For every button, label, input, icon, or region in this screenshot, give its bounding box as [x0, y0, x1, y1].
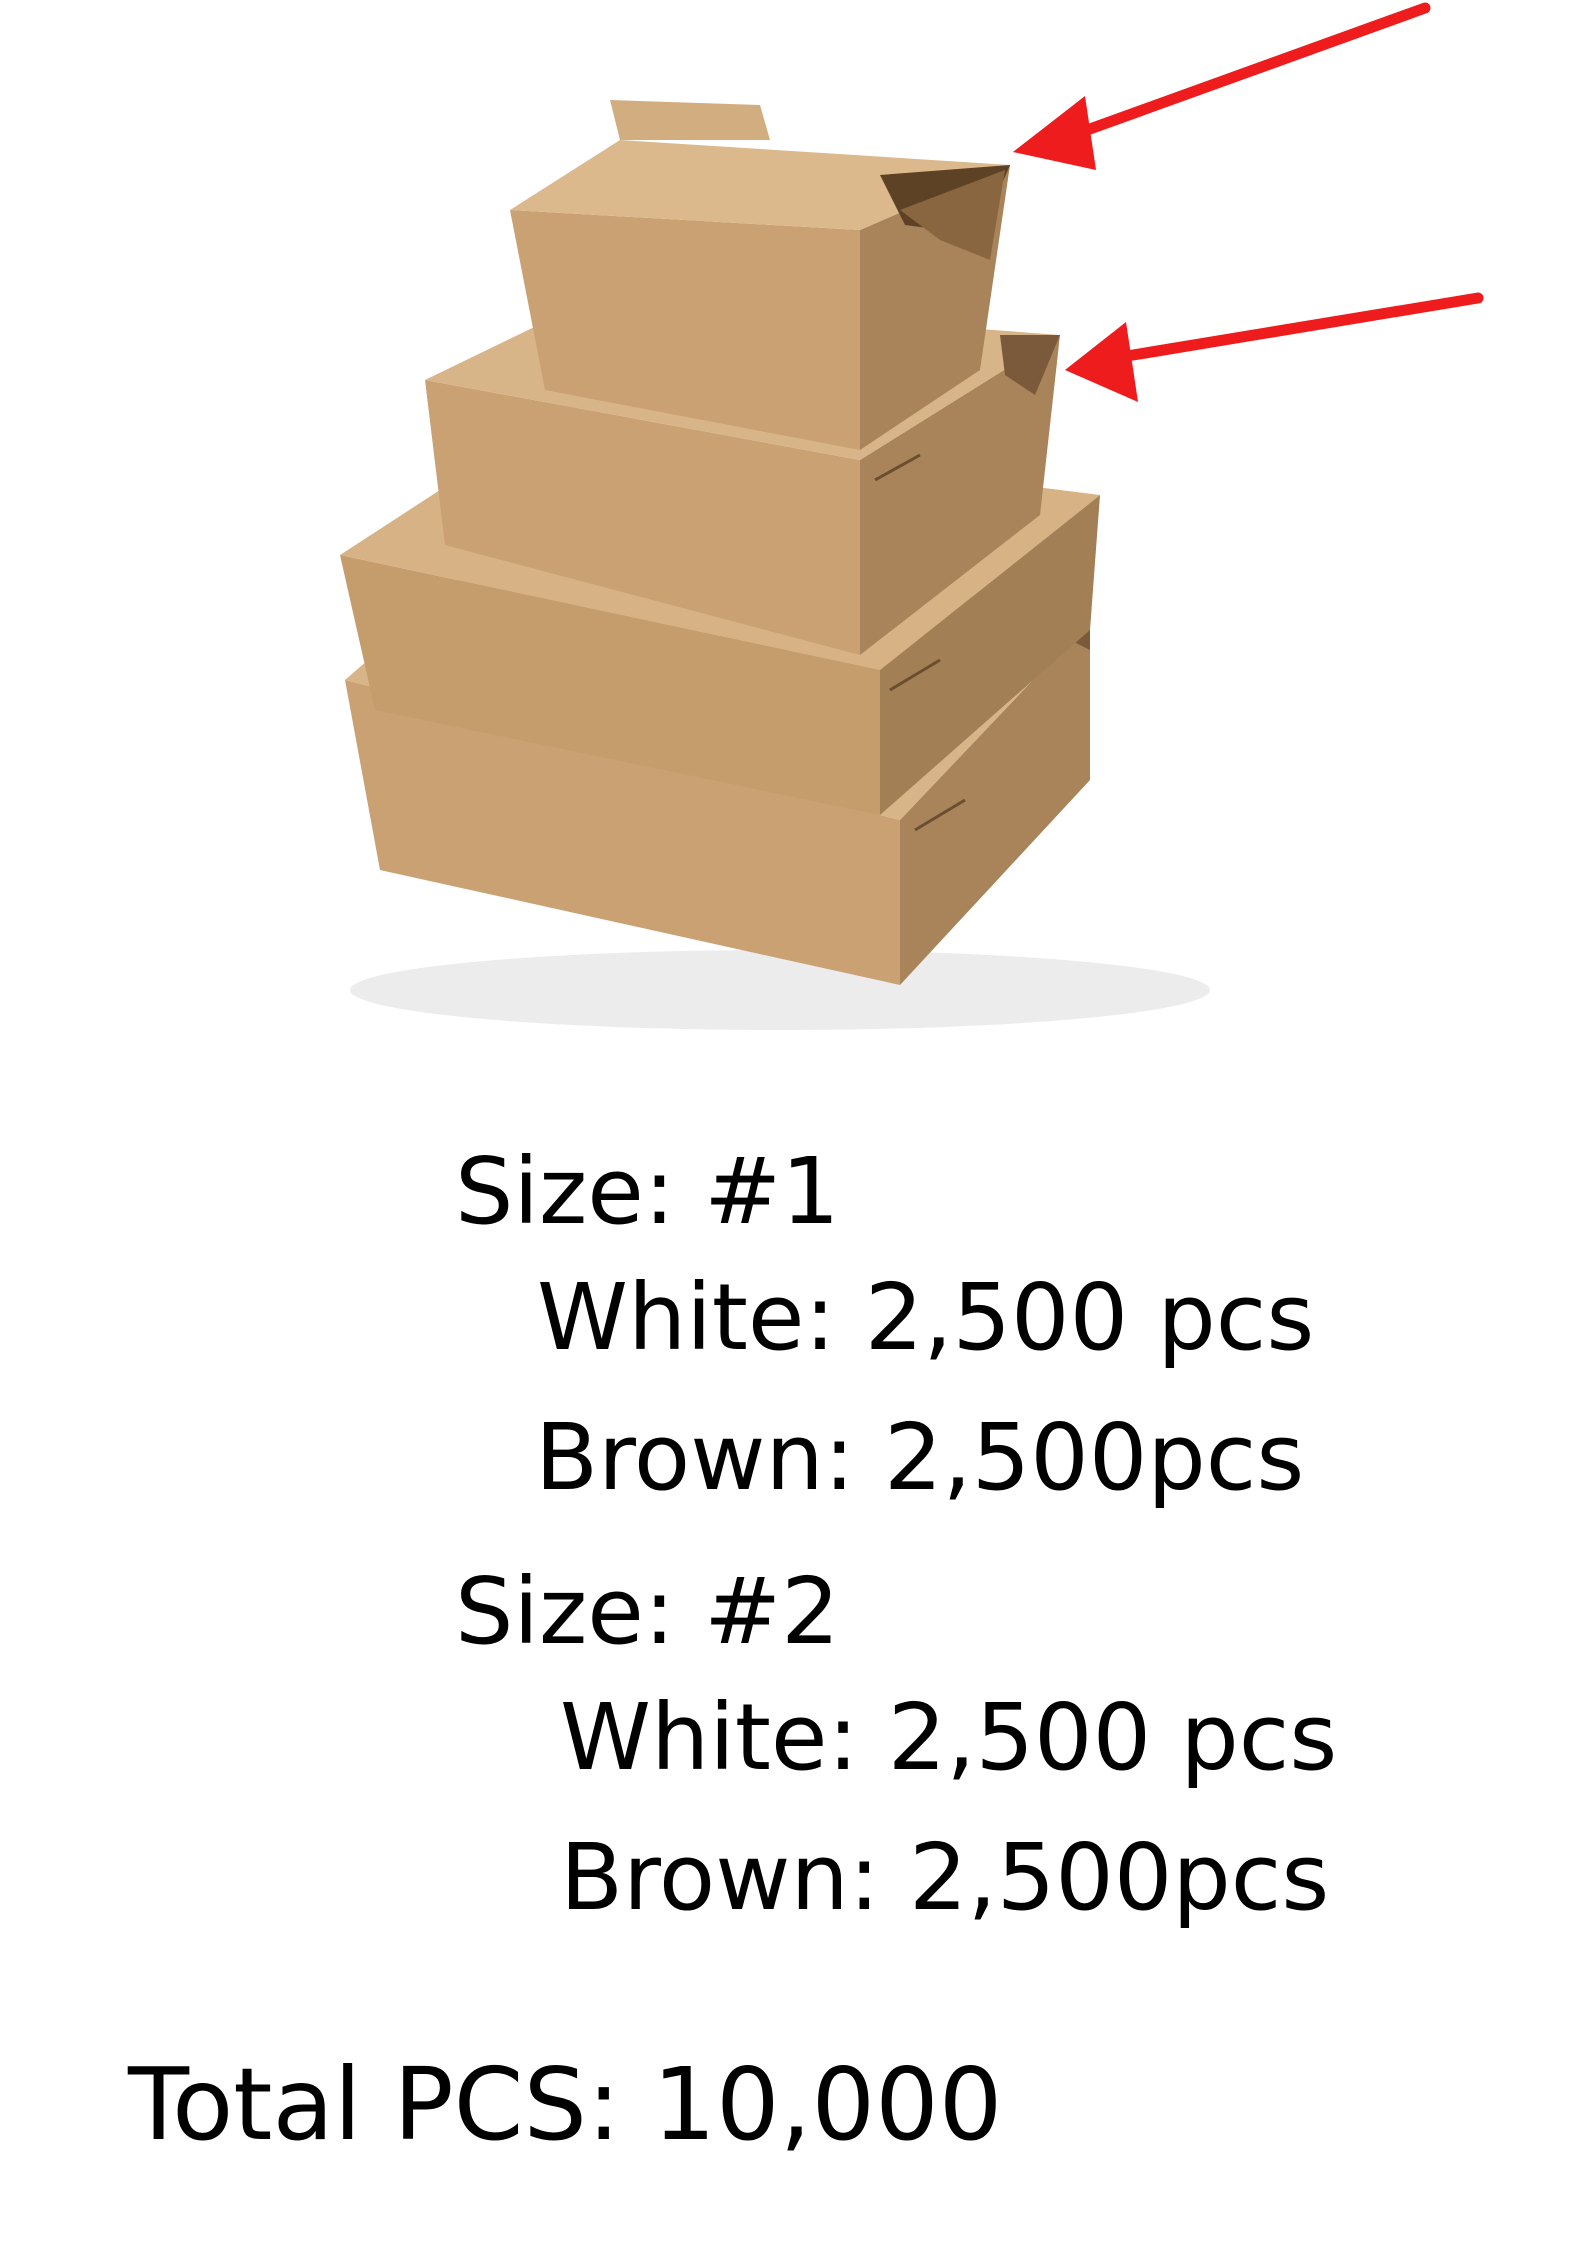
product-photo — [300, 0, 1230, 1040]
size-2-heading: Size: #2 — [455, 1558, 840, 1665]
size-2-white-quantity: White: 2,500 pcs — [560, 1684, 1338, 1791]
total-pieces: Total PCS: 10,000 — [128, 2046, 1003, 2163]
box-shadow — [350, 950, 1210, 1030]
box-top — [510, 100, 1010, 450]
size-2-brown-quantity: Brown: 2,500pcs — [560, 1824, 1330, 1931]
size-1-brown-quantity: Brown: 2,500pcs — [535, 1404, 1305, 1511]
size-1-white-quantity: White: 2,500 pcs — [537, 1264, 1315, 1371]
size-1-heading: Size: #1 — [455, 1138, 840, 1245]
